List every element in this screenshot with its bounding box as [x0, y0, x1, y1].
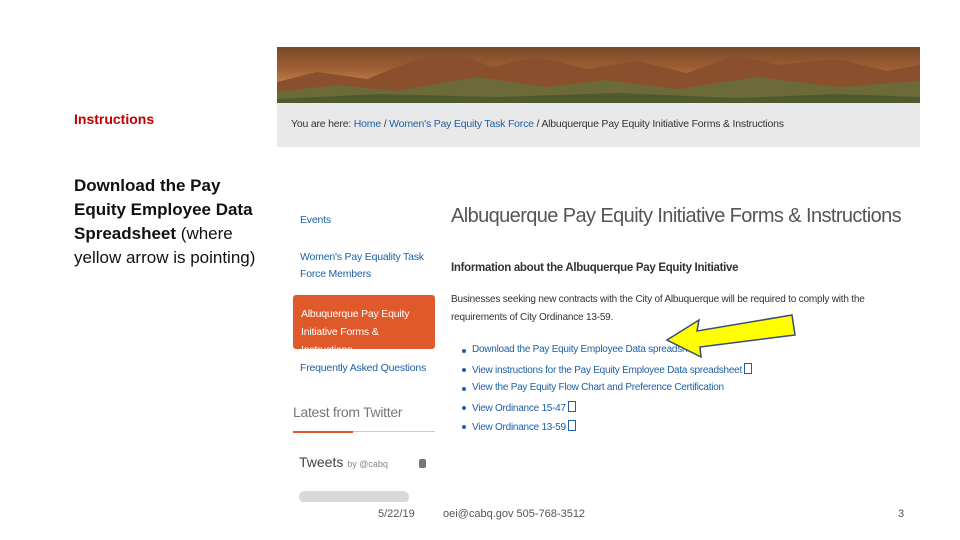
link-text: View Ordinance 13-59: [472, 422, 566, 433]
info-icon[interactable]: [419, 459, 426, 468]
breadcrumb-prefix: You are here:: [291, 118, 352, 130]
link-text: View instructions for the Pay Equity Emp…: [472, 365, 743, 376]
ordinance-13-59-link[interactable]: View Ordinance 13-59: [462, 420, 752, 439]
sidebar-item-faq[interactable]: Frequently Asked Questions: [300, 360, 426, 377]
twitter-divider: [353, 431, 435, 432]
footer-date: 5/22/19: [378, 508, 415, 520]
breadcrumb: You are here: Home / Women's Pay Equity …: [277, 103, 920, 147]
yellow-arrow-icon: [665, 314, 796, 359]
sidebar-item-forms-instructions[interactable]: Albuquerque Pay Equity Initiative Forms …: [293, 295, 435, 356]
slide-body: Download the Pay Equity Employee Data Sp…: [74, 174, 264, 270]
sidebar-item-task-force-members[interactable]: Women's Pay Equality Task Force Members: [300, 249, 425, 283]
ordinance-15-47-link[interactable]: View Ordinance 15-47: [462, 401, 752, 420]
twitter-rule: [293, 431, 353, 433]
pdf-icon: [567, 401, 576, 412]
slide-title: Instructions: [74, 111, 155, 127]
page-number: 3: [898, 508, 905, 520]
tweets-label: Tweets: [299, 454, 344, 470]
tweets-by[interactable]: by @cabq: [347, 459, 388, 469]
page-title: Albuquerque Pay Equity Initiative Forms …: [451, 205, 902, 227]
mountain-banner: [277, 47, 920, 103]
breadcrumb-home-link[interactable]: Home: [354, 118, 381, 130]
flow-chart-link[interactable]: View the Pay Equity Flow Chart and Prefe…: [462, 382, 752, 401]
website-screenshot: You are here: Home / Women's Pay Equity …: [277, 47, 920, 502]
twitter-heading: Latest from Twitter: [293, 404, 403, 420]
footer-contact: oei@cabq.gov 505-768-3512: [443, 508, 586, 520]
link-text: View Ordinance 15-47: [472, 403, 566, 414]
sidebar-item-events[interactable]: Events: [300, 212, 331, 229]
tweets-heading: Tweets by @cabq: [299, 454, 388, 470]
sidebar-item-label: Albuquerque Pay Equity Initiative Forms …: [301, 308, 410, 356]
tweet-preview: [299, 491, 409, 502]
breadcrumb-current: Albuquerque Pay Equity Initiative Forms …: [541, 118, 784, 130]
spreadsheet-instructions-link[interactable]: View instructions for the Pay Equity Emp…: [462, 363, 753, 382]
info-heading: Information about the Albuquerque Pay Eq…: [451, 262, 739, 274]
pdf-icon: [744, 363, 753, 374]
link-text: View the Pay Equity Flow Chart and Prefe…: [472, 382, 724, 393]
pdf-icon: [567, 420, 576, 431]
breadcrumb-task-force-link[interactable]: Women's Pay Equity Task Force: [389, 118, 534, 130]
